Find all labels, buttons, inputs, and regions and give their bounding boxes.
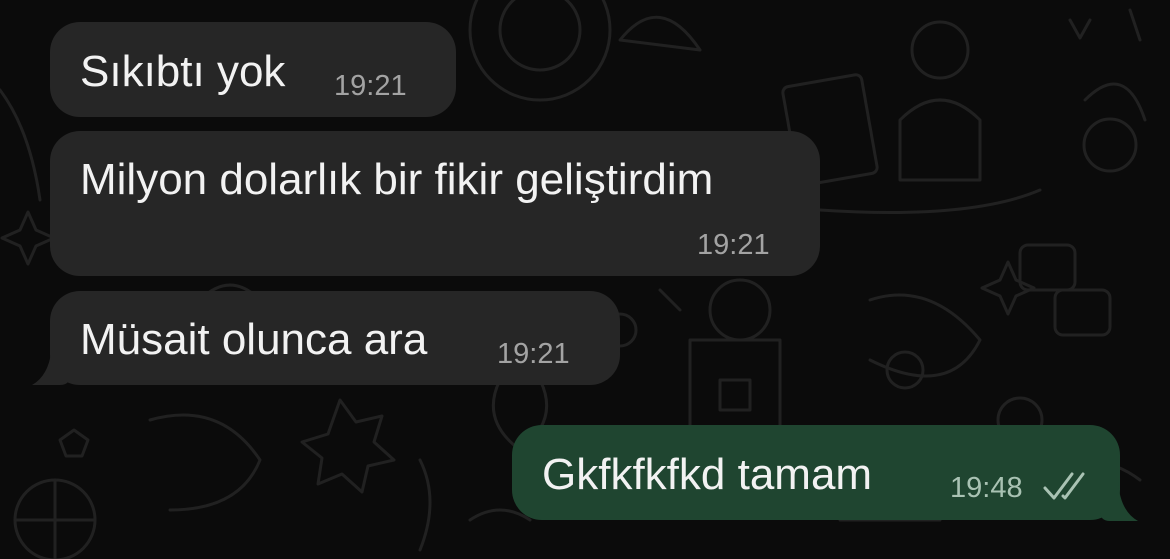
message-text: Müsait olunca ara: [80, 315, 428, 364]
message-bubble-incoming[interactable]: Milyon dolarlık bir fikir geliştirdim 19…: [50, 131, 820, 276]
message-text: Milyon dolarlık bir fikir geliştirdim: [80, 155, 714, 204]
message-time: 19:21: [497, 338, 570, 370]
chat-screen: { "messages": [ {"direction": "incoming"…: [0, 0, 1170, 559]
message-text: Sıkıbtı yok: [80, 47, 286, 96]
message-bubble-incoming[interactable]: Müsait olunca ara 19:21: [50, 291, 620, 385]
message-time: 19:21: [697, 229, 770, 261]
message-text: Gkfkfkfkd tamam: [542, 450, 873, 499]
bubble-tail-incoming: [32, 345, 70, 385]
message-time: 19:48: [950, 472, 1023, 504]
double-check-icon: [1043, 472, 1085, 500]
message-bubble-incoming[interactable]: Sıkıbtı yok 19:21: [50, 22, 456, 117]
message-bubble-outgoing[interactable]: Gkfkfkfkd tamam 19:48: [512, 425, 1120, 520]
message-time: 19:21: [334, 70, 407, 102]
bubble-tail-outgoing: [1100, 481, 1138, 521]
